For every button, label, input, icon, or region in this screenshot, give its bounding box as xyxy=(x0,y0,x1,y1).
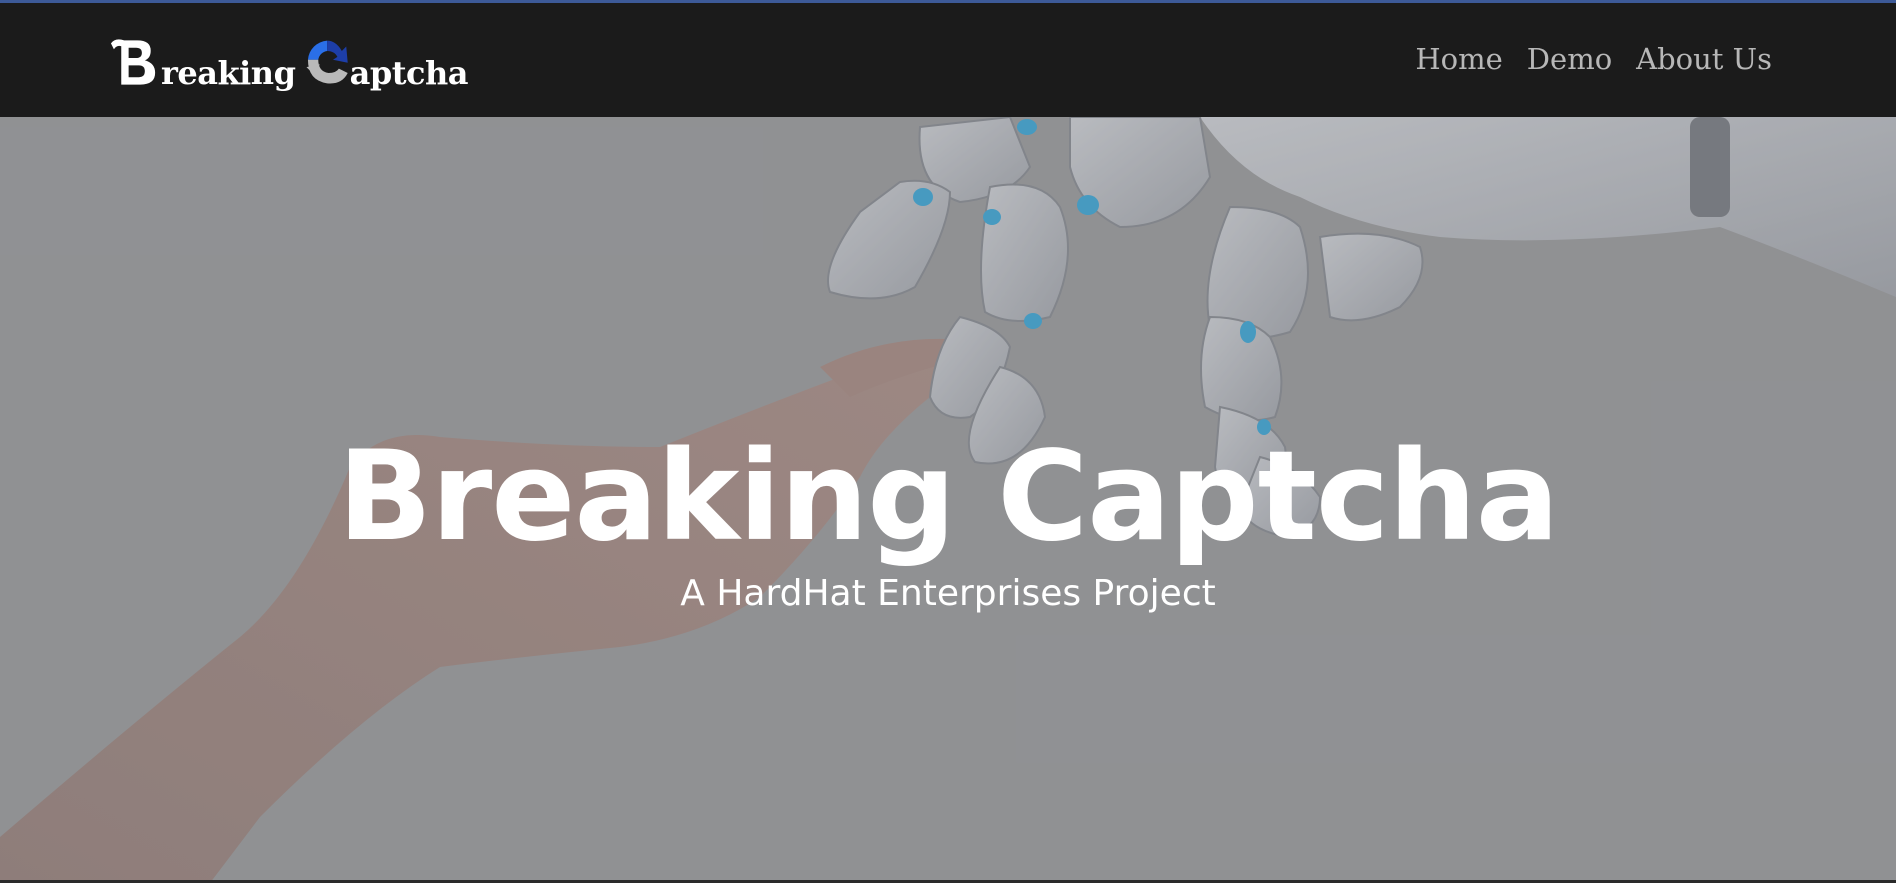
breaking-b-logo-icon xyxy=(110,39,156,85)
main-nav: Home Demo About Us xyxy=(1415,41,1772,77)
brand-word-aptcha: aptcha xyxy=(349,54,469,92)
nav-home-link[interactable]: Home xyxy=(1415,41,1502,77)
nav-about-us-link[interactable]: About Us xyxy=(1636,41,1772,77)
nav-demo-link[interactable]: Demo xyxy=(1527,41,1612,77)
navbar: reaking aptcha Home Demo About Us xyxy=(0,3,1896,117)
hero-section: Breaking Captcha A HardHat Enterprises P… xyxy=(0,117,1896,883)
brand-logo-link[interactable]: reaking aptcha xyxy=(108,25,469,95)
hero-title: Breaking Captcha xyxy=(337,425,1560,569)
hero-subtitle: A HardHat Enterprises Project xyxy=(680,573,1216,614)
refresh-captcha-c-logo-icon xyxy=(306,40,349,84)
brand-word-reaking: reaking xyxy=(161,54,296,92)
